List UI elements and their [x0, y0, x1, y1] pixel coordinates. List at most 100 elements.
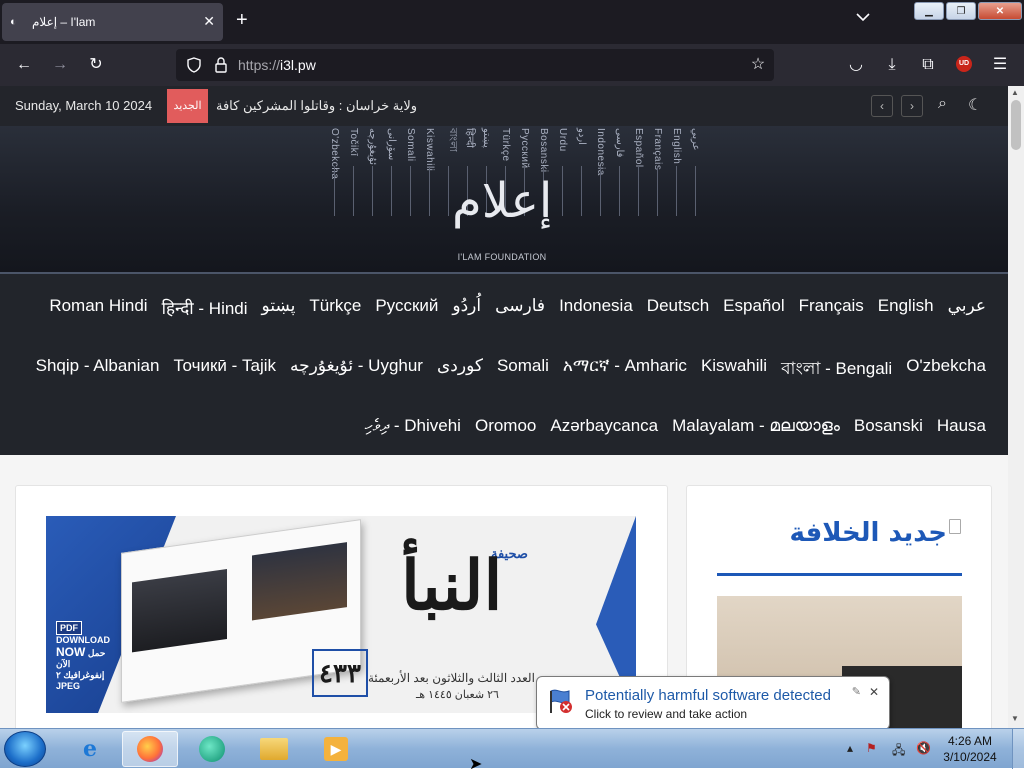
title-underline — [717, 573, 962, 576]
language-link[interactable]: Türkçe — [309, 296, 361, 319]
language-link[interactable]: ދިވެހި - Dhivehi — [365, 416, 461, 436]
security-notification[interactable]: Potentially harmful software detected Cl… — [536, 676, 890, 730]
site-banner: عربي English Français Español فارسی Indonesia… — [0, 126, 1008, 274]
site-logo[interactable]: إعلام I'LAM FOUNDATION — [452, 166, 552, 262]
language-link[interactable]: Indonesia — [559, 296, 633, 319]
banner-language-link[interactable]: اردو — [576, 128, 587, 145]
internet-explorer-icon[interactable]: e — [62, 731, 118, 767]
language-link[interactable]: বাংলা - Bengali — [781, 356, 892, 384]
banner-language-link[interactable]: Español — [633, 128, 644, 168]
menu-hamburger-icon[interactable]: ☰ — [990, 55, 1010, 75]
language-link[interactable]: فارسی — [495, 296, 545, 319]
banner-language-link[interactable]: বাংলা — [443, 128, 460, 152]
scroll-down-icon[interactable]: ▼ — [1011, 714, 1019, 723]
notification-close-icon[interactable]: ✕ — [869, 685, 879, 699]
banner-language-link[interactable]: Pусский — [519, 128, 530, 169]
close-window-button[interactable]: ✕ — [978, 2, 1022, 20]
url-text[interactable]: https://i3l.pw — [238, 57, 316, 73]
language-link[interactable]: Точикӣ - Tajik — [173, 356, 276, 384]
banner-language-line — [619, 166, 620, 216]
banner-language-link[interactable]: سۆرانی — [386, 128, 397, 160]
lock-icon[interactable] — [214, 57, 228, 73]
show-hidden-icons-icon[interactable]: ▴ — [847, 741, 853, 755]
network-icon[interactable]: 🖧 — [892, 741, 905, 762]
bookmark-star-icon[interactable]: ☆ — [748, 55, 768, 75]
language-link[interactable]: اُردُو — [452, 296, 481, 319]
language-link[interactable]: Malayalam - മലയാളം — [672, 416, 840, 436]
language-link[interactable]: Bosanski — [854, 416, 923, 436]
ticker-next-button[interactable]: › — [901, 95, 923, 117]
banner-language-line — [391, 166, 392, 216]
language-link[interactable]: عربي — [948, 296, 986, 319]
address-bar[interactable]: https://i3l.pw ☆ — [176, 49, 774, 81]
minimize-button[interactable]: ▁ — [914, 2, 944, 20]
downloads-icon[interactable]: ⤓ — [882, 55, 902, 75]
language-link[interactable]: Somali — [497, 356, 549, 384]
browser-tab[interactable]: ◐ إعلام – I'lam ✕ — [2, 3, 223, 41]
list-all-tabs-icon[interactable] — [856, 12, 870, 22]
banner-language-link[interactable]: پښتو — [481, 128, 492, 148]
notification-subtitle[interactable]: Click to review and take action — [585, 707, 747, 721]
search-icon[interactable]: ⌕ — [938, 95, 947, 113]
language-link[interactable]: Hausa — [937, 416, 986, 436]
language-menu: عربي English Français Español Deutsch Indones… — [0, 274, 1008, 455]
language-link[interactable]: Русский — [375, 296, 438, 319]
banner-language-link[interactable]: ئۇيغۇرچە — [367, 128, 378, 165]
banner-language-link[interactable]: Točikī — [348, 128, 359, 157]
language-link[interactable]: Oromoo — [475, 416, 536, 436]
volume-muted-icon[interactable]: 🔇 — [916, 741, 931, 755]
banner-language-link[interactable]: فارسی — [614, 128, 625, 157]
new-tab-button[interactable]: + — [236, 10, 248, 30]
language-link[interactable]: Français — [799, 296, 864, 319]
show-desktop-button[interactable] — [1012, 729, 1024, 769]
messenger-app-icon[interactable] — [184, 731, 240, 767]
language-link[interactable]: كوردی — [437, 356, 483, 384]
language-link[interactable]: پښتو — [262, 296, 296, 319]
banner-language-link[interactable]: English — [671, 128, 682, 164]
language-link[interactable]: አማርኛ - Amharic — [563, 356, 687, 384]
document-icon — [949, 519, 961, 534]
firefox-icon[interactable] — [122, 731, 178, 767]
forward-icon[interactable]: → — [50, 55, 70, 75]
language-link[interactable]: ئۇيغۇرچە - Uyghur — [290, 356, 423, 384]
banner-language-link[interactable]: Türkçe — [500, 128, 511, 162]
reload-icon[interactable]: ↻ — [86, 55, 106, 75]
language-link[interactable]: हिन्दी - Hindi — [162, 296, 248, 319]
pocket-icon[interactable]: ◡ — [846, 55, 866, 75]
start-button[interactable] — [4, 731, 46, 767]
language-link[interactable]: Deutsch — [647, 296, 709, 319]
widget-title[interactable]: جديد الخلافة — [747, 518, 947, 548]
tracking-protection-icon[interactable] — [186, 57, 202, 73]
language-link[interactable]: Roman Hindi — [49, 296, 147, 319]
settings-wrench-icon[interactable]: ✎ — [852, 685, 861, 698]
language-link[interactable]: Shqip - Albanian — [36, 356, 160, 384]
language-link[interactable]: Español — [723, 296, 784, 319]
banner-language-line — [334, 166, 335, 216]
banner-language-link[interactable]: Français — [652, 128, 663, 170]
dark-mode-moon-icon[interactable]: ☾ — [968, 95, 982, 115]
scrollbar-thumb[interactable] — [1011, 100, 1021, 150]
tab-close-icon[interactable]: ✕ — [203, 13, 215, 30]
language-link[interactable]: Azərbaycanca — [550, 416, 658, 436]
news-ticker[interactable]: ولاية خراسان : وقاتلوا المشركين كافة — [216, 98, 417, 114]
ublock-extension-icon[interactable]: UD — [956, 56, 972, 72]
ticker-prev-button[interactable]: ‹ — [871, 95, 893, 117]
notification-title[interactable]: Potentially harmful software detected — [585, 687, 831, 704]
banner-language-link[interactable]: Somali — [405, 128, 416, 162]
media-player-icon[interactable]: ▶ — [308, 731, 364, 767]
scroll-up-icon[interactable]: ▲ — [1011, 88, 1019, 97]
action-center-flag-tray-icon[interactable]: ⚑ — [866, 741, 877, 755]
language-link[interactable]: O'zbekcha — [906, 356, 986, 384]
system-clock[interactable]: 4:26 AM 3/10/2024 — [940, 733, 1000, 765]
page-scrollbar[interactable]: ▲ ▼ — [1008, 86, 1024, 728]
banner-language-link[interactable]: Urdu — [557, 128, 568, 152]
file-explorer-icon[interactable] — [246, 731, 302, 767]
language-link[interactable]: Kiswahili — [701, 356, 767, 384]
restore-button[interactable]: ❐ — [946, 2, 976, 20]
extensions-icon[interactable]: ⧉ — [918, 55, 938, 75]
language-link[interactable]: English — [878, 296, 934, 319]
banner-language-link[interactable]: हिन्दी — [462, 128, 476, 148]
banner-language-link[interactable]: عربي — [690, 128, 701, 151]
back-icon[interactable]: ← — [14, 55, 34, 75]
banner-language-link[interactable]: Kiswahili — [424, 128, 435, 171]
